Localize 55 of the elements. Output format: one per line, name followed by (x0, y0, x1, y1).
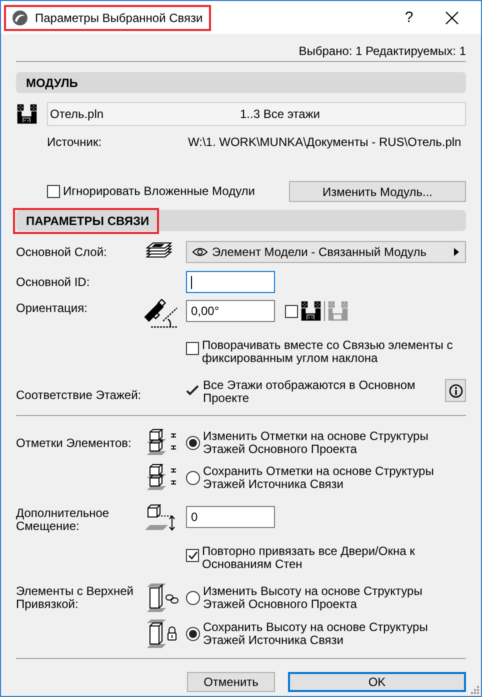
orientation-icon (143, 299, 179, 329)
building-icon (328, 301, 348, 321)
checkmark-icon (188, 551, 198, 560)
ok-button[interactable]: OK (288, 672, 466, 692)
story-match-status: Все Этажи отображаются в Основном Проекте (203, 379, 416, 405)
field-label: Соответствие Этажей: (16, 388, 140, 402)
checkbox[interactable] (285, 304, 298, 318)
source-label: Источник: (47, 135, 103, 149)
radio-label: Изменить Отметки на основе Структуры Этажей Основного Проекта (203, 430, 430, 456)
close-icon (445, 10, 459, 24)
floor-elevation-icon (146, 429, 178, 457)
info-icon (448, 384, 462, 398)
offset-input-field[interactable]: 0 (186, 506, 275, 528)
checkbox-label: Повторно привязать все Двери/Окна к Основаниям Стен (202, 545, 416, 571)
radio-label: Изменить Высоту на основе Структуры Этажей Основного Проекта (203, 585, 424, 611)
section-title: ПАРАМЕТРЫ СВЯЗИ (26, 214, 150, 228)
checkbox[interactable] (47, 185, 60, 198)
caret-icon (454, 248, 459, 256)
layer-dropdown[interactable]: Элемент Модели - Связанный Модуль (186, 241, 466, 263)
help-button[interactable]: ? (389, 2, 429, 32)
change-module-button[interactable]: Изменить Модуль... (289, 181, 466, 202)
radio-button[interactable] (186, 627, 200, 641)
field-label: Основной ID: (16, 276, 91, 288)
radio-button[interactable] (186, 436, 200, 450)
building-icon (17, 104, 37, 124)
field-label: Основной Слой: (16, 246, 108, 258)
field-label: Дополнительное Смещение: (16, 507, 110, 533)
radio-label: Сохранить Высоту на основе Структуры Этажей Источника Связи (203, 621, 429, 647)
section-title: МОДУЛЬ (26, 76, 78, 90)
field-label: Ориентация: (16, 302, 88, 315)
source-path: W:\1. WORK\MUNKA\Документы - RUS\Отель.pln (188, 135, 462, 149)
offset-icon (144, 504, 178, 532)
floor-elevation-icon (146, 464, 178, 492)
module-stories: 1..3 Все этажи (240, 107, 321, 121)
checkbox[interactable] (186, 549, 199, 562)
radio-button[interactable] (186, 471, 200, 485)
info-button[interactable] (445, 379, 466, 402)
app-logo-icon (12, 10, 28, 26)
module-file: Отель.pln (50, 107, 105, 121)
checkbox-label: Игнорировать Вложенные Модули (63, 185, 256, 198)
checkbox-label: Поворачивать вместе со Связью элементы с фиксированным углом наклона (202, 339, 454, 365)
checkbox[interactable] (186, 342, 199, 355)
building-icon (301, 301, 321, 321)
angle-input-field[interactable]: 0,00° (186, 300, 275, 322)
cancel-button[interactable]: Отменить (187, 672, 275, 692)
window-title: Параметры Выбранной Связи (35, 10, 203, 24)
selection-info: Выбрано: 1 Редактируемых: 1 (298, 44, 466, 58)
radio-label: Сохранить Отметки на основе Структуры Этажей Источника Связи (203, 465, 435, 491)
field-label: Отметки Элементов: (16, 436, 132, 450)
radio-button[interactable] (186, 591, 200, 605)
linked-height-icon (146, 583, 180, 613)
id-input-field[interactable] (186, 271, 275, 293)
field-label: Элементы с Верхней Привязкой: (16, 585, 134, 611)
resize-grip-icon (471, 686, 479, 694)
eye-icon (192, 247, 208, 257)
